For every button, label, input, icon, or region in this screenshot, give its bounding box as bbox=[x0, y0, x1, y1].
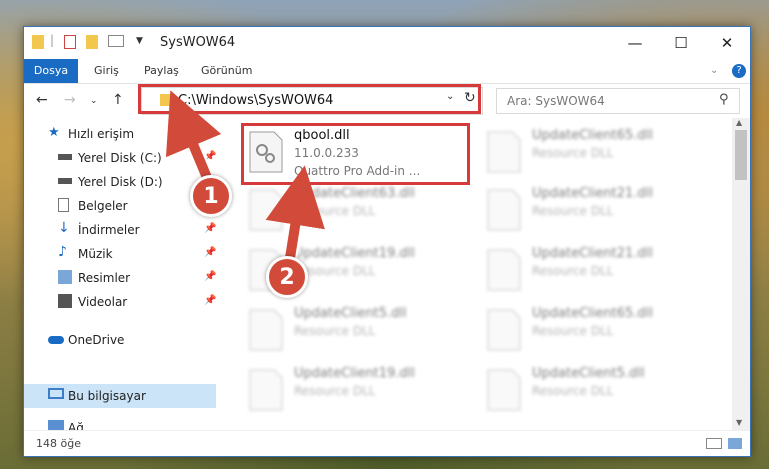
sidebar-item-onedrive[interactable]: OneDrive bbox=[24, 328, 216, 352]
separator-icon: | bbox=[50, 33, 55, 47]
file-description: Resource DLL bbox=[532, 204, 614, 218]
sidebar-item-pictures[interactable]: Resimler 📌 bbox=[24, 266, 216, 290]
file-name: UpdateClient19.dll bbox=[294, 246, 415, 261]
tab-file[interactable]: Dosya bbox=[24, 59, 78, 83]
file-name: UpdateClient21.dll bbox=[532, 186, 653, 201]
dll-file-icon bbox=[249, 309, 283, 351]
file-item[interactable]: UpdateClient19.dll Resource DLL bbox=[244, 362, 464, 420]
dll-file-icon bbox=[487, 249, 521, 291]
title-bar: | ▼ SysWOW64 — ☐ ✕ bbox=[24, 27, 750, 59]
sidebar-item-videos[interactable]: Videolar 📌 bbox=[24, 290, 216, 314]
download-icon: ↓ bbox=[58, 220, 70, 236]
scrollbar-thumb[interactable] bbox=[735, 130, 747, 180]
search-placeholder: Ara: SysWOW64 bbox=[507, 94, 605, 108]
dll-file-icon bbox=[487, 131, 521, 173]
close-button[interactable]: ✕ bbox=[704, 27, 750, 59]
tab-view[interactable]: Görünüm bbox=[201, 59, 252, 83]
back-button[interactable]: ← bbox=[36, 92, 48, 108]
file-name: UpdateClient63.dll bbox=[294, 186, 415, 201]
details-view-icon[interactable] bbox=[706, 438, 722, 449]
minimize-button[interactable]: — bbox=[612, 27, 658, 59]
search-icon[interactable]: ⚲ bbox=[719, 92, 729, 107]
navigation-bar: ← → ⌄ ↑ C:\Windows\SysWOW64 ⌄ ↻ Ara: Sys… bbox=[24, 84, 750, 118]
step-badge-1: 1 bbox=[190, 175, 232, 217]
dll-file-icon bbox=[487, 369, 521, 411]
recent-locations-icon[interactable]: ⌄ bbox=[90, 96, 98, 106]
file-item[interactable]: UpdateClient21.dll Resource DLL bbox=[482, 182, 702, 240]
tab-home[interactable]: Giriş bbox=[94, 59, 119, 83]
pin-icon: 📌 bbox=[204, 223, 217, 234]
sidebar-item-disk-c[interactable]: Yerel Disk (C:) 📌 bbox=[24, 146, 216, 170]
star-icon: ★ bbox=[48, 125, 60, 140]
dll-file-icon bbox=[487, 309, 521, 351]
address-highlight-box bbox=[138, 84, 481, 114]
dll-file-icon bbox=[487, 189, 521, 231]
scroll-down-icon[interactable]: ▼ bbox=[736, 418, 742, 427]
search-box[interactable]: Ara: SysWOW64 ⚲ bbox=[496, 88, 740, 114]
video-icon bbox=[58, 294, 72, 308]
file-item[interactable]: UpdateClient21.dll Resource DLL bbox=[482, 242, 702, 300]
file-item[interactable]: UpdateClient5.dll Resource DLL bbox=[482, 362, 702, 420]
large-icons-view-icon[interactable] bbox=[728, 438, 742, 449]
computer-icon bbox=[48, 388, 64, 399]
pictures-icon bbox=[58, 270, 72, 284]
dll-file-icon bbox=[249, 369, 283, 411]
file-description: Resource DLL bbox=[294, 204, 376, 218]
pin-icon: 📌 bbox=[204, 247, 217, 258]
tab-share[interactable]: Paylaş bbox=[144, 59, 179, 83]
pin-icon: 📌 bbox=[204, 151, 217, 162]
properties-icon[interactable] bbox=[64, 35, 76, 49]
sidebar-item-music[interactable]: ♪ Müzik 📌 bbox=[24, 242, 216, 266]
explorer-window: | ▼ SysWOW64 — ☐ ✕ Dosya Giriş Paylaş Gö… bbox=[23, 26, 751, 457]
dll-file-icon bbox=[249, 189, 283, 231]
pin-icon: 📌 bbox=[204, 295, 217, 306]
file-highlight-box bbox=[241, 123, 470, 185]
file-description: Resource DLL bbox=[532, 264, 614, 278]
folder-icon bbox=[32, 35, 44, 49]
file-item[interactable]: UpdateClient5.dll Resource DLL bbox=[244, 302, 464, 360]
new-folder-icon[interactable] bbox=[86, 35, 98, 49]
documents-icon bbox=[58, 198, 69, 212]
up-button[interactable]: ↑ bbox=[112, 92, 124, 108]
sidebar-item-quick-access[interactable]: ★ Hızlı erişim bbox=[24, 122, 216, 146]
file-name: UpdateClient5.dll bbox=[294, 306, 407, 321]
file-description: Resource DLL bbox=[294, 384, 376, 398]
file-description: Resource DLL bbox=[294, 324, 376, 338]
sidebar-item-downloads[interactable]: ↓ İndirmeler 📌 bbox=[24, 218, 216, 242]
file-item[interactable]: UpdateClient63.dll Resource DLL bbox=[244, 182, 464, 240]
customize-icon[interactable] bbox=[108, 35, 124, 47]
scroll-up-icon[interactable]: ▲ bbox=[736, 118, 742, 127]
file-name: UpdateClient65.dll bbox=[532, 306, 653, 321]
pin-icon: 📌 bbox=[204, 271, 217, 282]
file-name: UpdateClient19.dll bbox=[294, 366, 415, 381]
window-title: SysWOW64 bbox=[160, 35, 236, 50]
step-badge-2: 2 bbox=[266, 256, 308, 298]
sidebar-item-documents[interactable]: Belgeler 📌 bbox=[24, 194, 216, 218]
music-icon: ♪ bbox=[58, 244, 67, 260]
file-description: Resource DLL bbox=[532, 146, 614, 160]
help-icon[interactable]: ? bbox=[732, 64, 746, 78]
file-item[interactable]: UpdateClient65.dll Resource DLL bbox=[482, 302, 702, 360]
vertical-scrollbar[interactable]: ▲ ▼ bbox=[732, 118, 750, 430]
status-bar: 148 öğe bbox=[24, 430, 750, 456]
sidebar-item-this-pc[interactable]: Bu bilgisayar bbox=[24, 384, 216, 408]
drive-icon bbox=[58, 154, 72, 160]
file-description: Resource DLL bbox=[532, 324, 614, 338]
file-name: UpdateClient21.dll bbox=[532, 246, 653, 261]
chevron-down-icon[interactable]: ▼ bbox=[136, 36, 143, 52]
file-name: UpdateClient65.dll bbox=[532, 128, 653, 143]
cloud-icon bbox=[48, 336, 64, 344]
sidebar-item-disk-d[interactable]: Yerel Disk (D:) 📌 bbox=[24, 170, 216, 194]
file-item[interactable]: UpdateClient65.dll Resource DLL bbox=[482, 124, 702, 182]
drive-icon bbox=[58, 178, 72, 184]
ribbon: Dosya Giriş Paylaş Görünüm ⌄ ? bbox=[24, 59, 750, 84]
forward-button[interactable]: → bbox=[64, 92, 76, 108]
item-count: 148 öğe bbox=[36, 437, 81, 450]
navigation-pane: ★ Hızlı erişim Yerel Disk (C:) 📌 Yerel D… bbox=[24, 118, 216, 435]
maximize-button[interactable]: ☐ bbox=[658, 27, 704, 59]
expand-ribbon-icon[interactable]: ⌄ bbox=[710, 59, 718, 83]
file-description: Resource DLL bbox=[532, 384, 614, 398]
file-name: UpdateClient5.dll bbox=[532, 366, 645, 381]
